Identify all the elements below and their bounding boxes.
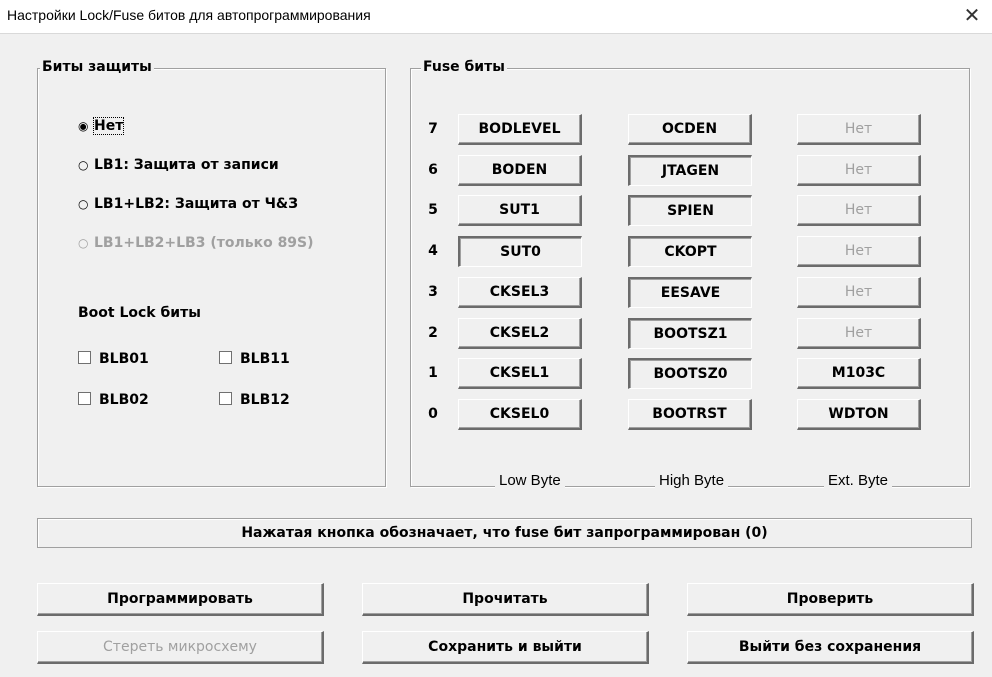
fuse-button-ext-bit-2: Нет [797, 318, 921, 349]
checkbox-blb02-label: BLB02 [99, 392, 149, 408]
radio-lb1-lb2-label: LB1+LB2: Защита от Ч&З [94, 196, 299, 212]
fuse-button-ext-bit-0[interactable]: WDTON [797, 399, 921, 430]
fuse-button-high-bit-2[interactable]: BOOTSZ1 [628, 318, 752, 349]
fuse-button-low-bit-4[interactable]: SUT0 [458, 236, 582, 267]
high-byte-label: High Byte [655, 472, 729, 489]
bit-number: 6 [428, 162, 438, 178]
low-byte-label: Low Byte [495, 472, 565, 489]
radio-unselected-icon: ○ [78, 236, 89, 250]
fuse-button-ext-bit-4: Нет [797, 236, 921, 267]
fuse-button-ext-bit-1[interactable]: M103C [797, 358, 921, 389]
bit-number: 5 [428, 202, 438, 218]
fuse-button-high-bit-0[interactable]: BOOTRST [628, 399, 752, 430]
checkbox-blb12[interactable]: BLB12 [219, 392, 290, 408]
fuse-button-ext-bit-3: Нет [797, 277, 921, 308]
fuse-button-low-bit-3[interactable]: CKSEL3 [458, 277, 582, 308]
fuse-button-high-bit-5[interactable]: SPIEN [628, 195, 752, 226]
bit-number: 7 [428, 121, 438, 137]
title-bar: Настройки Lock/Fuse битов для автопрогра… [0, 0, 992, 34]
bit-number: 1 [428, 365, 438, 381]
fuse-button-high-bit-3[interactable]: EESAVE [628, 277, 752, 308]
close-icon[interactable]: ✕ [952, 0, 992, 33]
checkbox-icon [219, 392, 232, 405]
radio-none[interactable]: ◉ Нет [78, 117, 125, 135]
fuse-button-high-bit-7[interactable]: OCDEN [628, 114, 752, 145]
bit-number: 2 [428, 325, 438, 341]
protection-bits-legend: Биты защиты [40, 59, 154, 75]
fuse-button-ext-bit-6: Нет [797, 155, 921, 186]
bit-number: 3 [428, 284, 438, 300]
radio-unselected-icon: ○ [78, 158, 89, 172]
fuse-button-high-bit-1[interactable]: BOOTSZ0 [628, 358, 752, 389]
boot-lock-title: Boot Lock биты [78, 305, 201, 321]
checkbox-blb11[interactable]: BLB11 [219, 351, 290, 367]
checkbox-icon [219, 351, 232, 364]
checkbox-blb11-label: BLB11 [240, 351, 290, 367]
save-and-exit-button[interactable]: Сохранить и выйти [362, 631, 649, 664]
checkbox-blb01-label: BLB01 [99, 351, 149, 367]
radio-unselected-icon: ○ [78, 197, 89, 211]
radio-selected-icon: ◉ [78, 119, 89, 133]
checkbox-icon [78, 392, 91, 405]
verify-button[interactable]: Проверить [687, 583, 974, 616]
radio-lb1[interactable]: ○ LB1: Защита от записи [78, 157, 279, 173]
checkbox-blb02[interactable]: BLB02 [78, 392, 149, 408]
fuse-button-low-bit-7[interactable]: BODLEVEL [458, 114, 582, 145]
radio-none-label: Нет [92, 117, 125, 135]
erase-chip-button: Стереть микросхему [37, 631, 324, 664]
read-button[interactable]: Прочитать [362, 583, 649, 616]
fuse-button-low-bit-2[interactable]: CKSEL2 [458, 318, 582, 349]
window-title: Настройки Lock/Fuse битов для автопрогра… [7, 7, 371, 23]
fuse-bits-legend: Fuse биты [421, 59, 507, 75]
fuse-button-low-bit-1[interactable]: CKSEL1 [458, 358, 582, 389]
fuse-button-ext-bit-7: Нет [797, 114, 921, 145]
fuse-button-ext-bit-5: Нет [797, 195, 921, 226]
fuse-button-low-bit-6[interactable]: BODEN [458, 155, 582, 186]
fuse-button-low-bit-0[interactable]: CKSEL0 [458, 399, 582, 430]
bit-number: 0 [428, 406, 438, 422]
checkbox-blb01[interactable]: BLB01 [78, 351, 149, 367]
checkbox-blb12-label: BLB12 [240, 392, 290, 408]
info-message: Нажатая кнопка обозначает, что fuse бит … [37, 518, 972, 548]
program-button[interactable]: Программировать [37, 583, 324, 616]
exit-without-saving-button[interactable]: Выйти без сохранения [687, 631, 974, 664]
radio-lb1-lb2-lb3: ○ LB1+LB2+LB3 (только 89S) [78, 235, 314, 251]
ext-byte-label: Ext. Byte [824, 472, 893, 489]
radio-lb1-label: LB1: Защита от записи [94, 157, 279, 173]
radio-lb1-lb2[interactable]: ○ LB1+LB2: Защита от Ч&З [78, 196, 298, 212]
radio-lb1-lb2-lb3-label: LB1+LB2+LB3 (только 89S) [94, 235, 314, 251]
fuse-button-low-bit-5[interactable]: SUT1 [458, 195, 582, 226]
checkbox-icon [78, 351, 91, 364]
fuse-button-high-bit-6[interactable]: JTAGEN [628, 155, 752, 186]
bit-number: 4 [428, 243, 438, 259]
fuse-button-high-bit-4[interactable]: CKOPT [628, 236, 752, 267]
